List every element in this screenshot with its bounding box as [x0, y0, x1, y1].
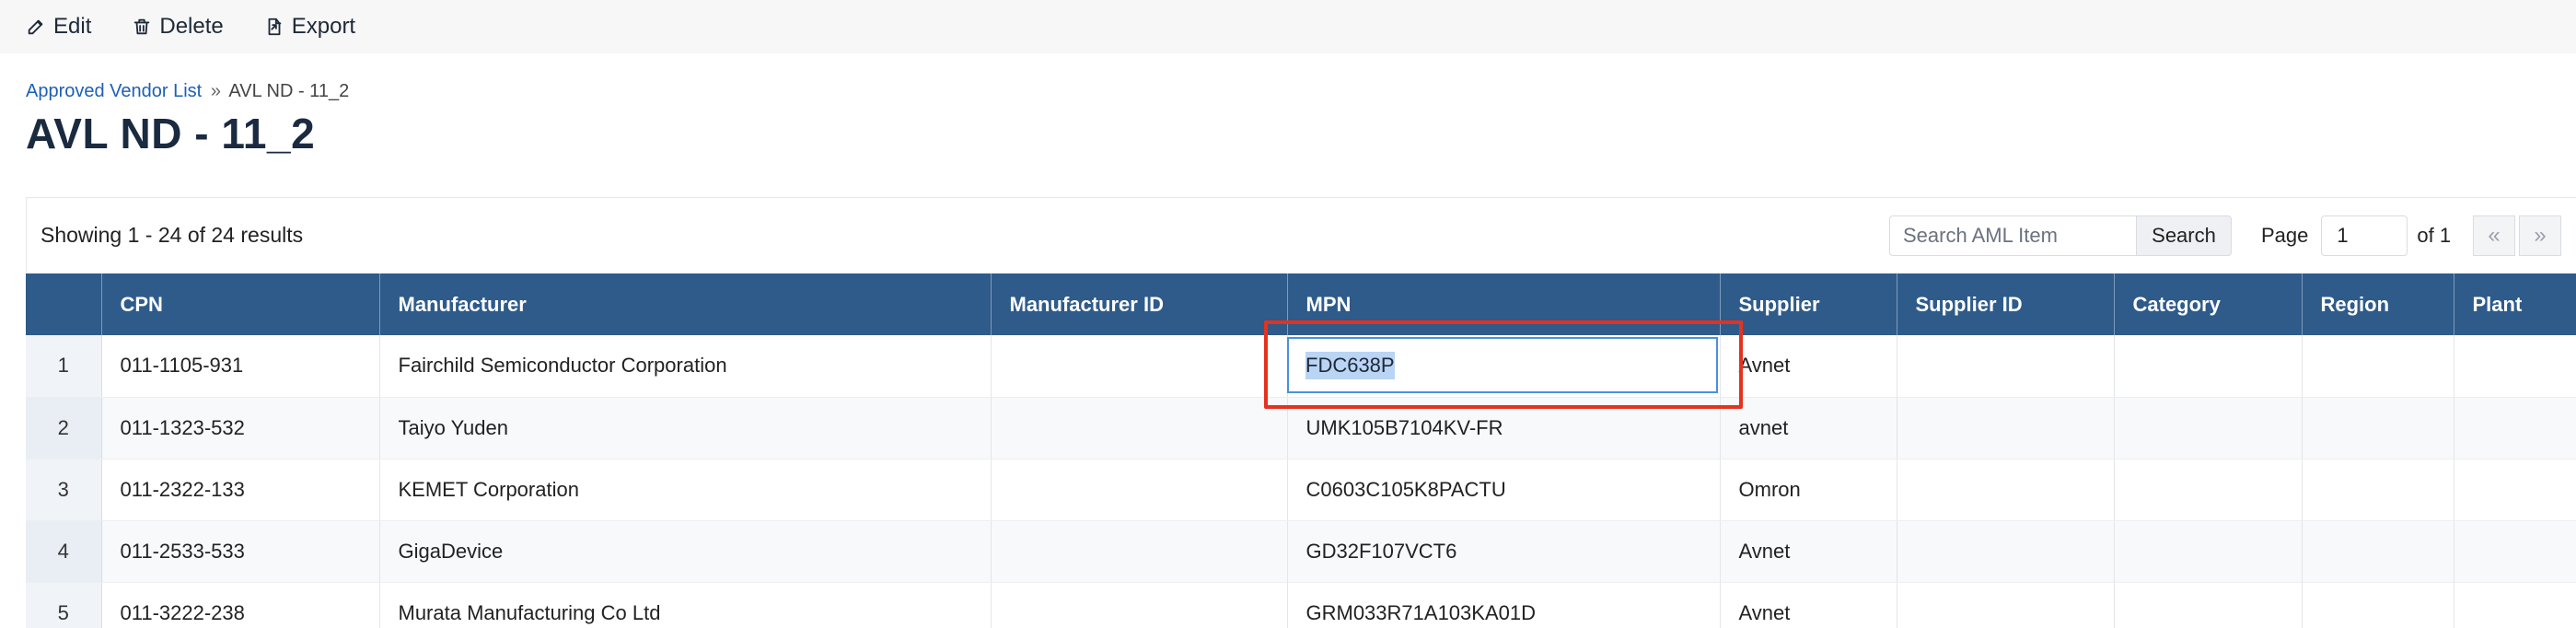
pencil-icon — [28, 19, 43, 35]
column-header-plant[interactable]: Plant — [2454, 273, 2576, 335]
page-of-label: of 1 — [2417, 224, 2452, 247]
table-row[interactable]: 2 011-1323-532 Taiyo Yuden UMK105B7104KV… — [26, 397, 2576, 459]
cell-region[interactable] — [2302, 582, 2454, 628]
edit-label: Edit — [53, 14, 92, 39]
cell-category[interactable] — [2114, 397, 2303, 459]
cell-cpn[interactable]: 011-2322-133 — [101, 459, 380, 521]
page-label: Page — [2261, 224, 2309, 247]
table-row[interactable]: 4 011-2533-533 GigaDevice GD32F107VCT6 A… — [26, 520, 2576, 583]
column-header-supplier[interactable]: Supplier — [1720, 273, 1897, 335]
table-row[interactable]: 3 011-2322-133 KEMET Corporation C0603C1… — [26, 459, 2576, 521]
column-header-manufacturer[interactable]: Manufacturer — [379, 273, 992, 335]
cell-manufacturer[interactable]: Fairchild Semiconductor Corporation — [379, 335, 992, 398]
row-index: 5 — [26, 582, 102, 628]
first-page-button[interactable]: « — [2473, 215, 2515, 256]
column-header-region[interactable]: Region — [2302, 273, 2454, 335]
column-header-supplier-id[interactable]: Supplier ID — [1897, 273, 2115, 335]
cell-mpn[interactable]: UMK105B7104KV-FR — [1287, 397, 1721, 459]
cell-manufacturer-id[interactable] — [991, 335, 1288, 398]
mpn-edit-field[interactable]: FDC638P — [1287, 337, 1718, 393]
cell-plant[interactable] — [2454, 520, 2576, 583]
cell-cpn[interactable]: 011-3222-238 — [101, 582, 380, 628]
page-title: AVL ND - 11_2 — [26, 110, 316, 157]
table-row[interactable]: 5 011-3222-238 Murata Manufacturing Co L… — [26, 582, 2576, 628]
mpn-edit-selected-text: FDC638P — [1305, 352, 1395, 379]
cell-supplier[interactable]: Avnet — [1720, 520, 1897, 583]
toolbar: Edit Delete Export — [0, 0, 2576, 53]
cell-manufacturer-id[interactable] — [991, 520, 1288, 583]
export-label: Export — [291, 14, 356, 39]
cell-cpn[interactable]: 011-1323-532 — [101, 397, 380, 459]
delete-button[interactable]: Delete — [132, 14, 224, 40]
cell-region[interactable] — [2302, 335, 2454, 398]
delete-label: Delete — [159, 14, 224, 39]
search-button[interactable]: Search — [2136, 215, 2232, 256]
cell-manufacturer-id[interactable] — [991, 459, 1288, 521]
column-header-category[interactable]: Category — [2114, 273, 2303, 335]
breadcrumb-parent-link[interactable]: Approved Vendor List — [26, 81, 202, 101]
cell-supplier-id[interactable] — [1897, 520, 2115, 583]
cell-plant[interactable] — [2454, 459, 2576, 521]
cell-category[interactable] — [2114, 582, 2303, 628]
cell-supplier[interactable]: Avnet — [1720, 582, 1897, 628]
cell-region[interactable] — [2302, 459, 2454, 521]
cell-manufacturer[interactable]: GigaDevice — [379, 520, 992, 583]
cell-supplier-id[interactable] — [1897, 582, 2115, 628]
cell-mpn[interactable]: C0603C105K8PACTU — [1287, 459, 1721, 521]
table-header-row: CPN Manufacturer Manufacturer ID MPN Sup… — [26, 273, 2576, 335]
cell-category[interactable] — [2114, 335, 2303, 398]
cell-supplier-id[interactable] — [1897, 459, 2115, 521]
row-index: 1 — [26, 335, 102, 398]
cell-manufacturer-id[interactable] — [991, 397, 1288, 459]
breadcrumb: Approved Vendor List » AVL ND - 11_2 — [26, 81, 349, 102]
page-number-input[interactable] — [2321, 215, 2408, 256]
export-icon — [268, 17, 282, 36]
column-header-index — [26, 273, 102, 335]
aml-table: CPN Manufacturer Manufacturer ID MPN Sup… — [26, 273, 2576, 628]
cell-supplier[interactable]: Omron — [1720, 459, 1897, 521]
cell-supplier[interactable]: Avnet — [1720, 335, 1897, 398]
cell-manufacturer[interactable]: KEMET Corporation — [379, 459, 992, 521]
cell-supplier-id[interactable] — [1897, 335, 2115, 398]
cell-plant[interactable] — [2454, 582, 2576, 628]
search-group: Search — [1889, 215, 2232, 256]
row-index: 2 — [26, 397, 102, 459]
breadcrumb-current: AVL ND - 11_2 — [228, 81, 350, 101]
cell-cpn[interactable]: 011-1105-931 — [101, 335, 380, 398]
row-index: 4 — [26, 520, 102, 583]
edit-button[interactable]: Edit — [26, 14, 91, 40]
trash-icon — [134, 18, 150, 35]
cell-region[interactable] — [2302, 520, 2454, 583]
search-input[interactable] — [1889, 215, 2136, 256]
row-index: 3 — [26, 459, 102, 521]
breadcrumb-separator: » — [210, 81, 221, 101]
cell-cpn[interactable]: 011-2533-533 — [101, 520, 380, 583]
cell-category[interactable] — [2114, 520, 2303, 583]
cell-mpn[interactable]: GD32F107VCT6 — [1287, 520, 1721, 583]
cell-supplier[interactable]: avnet — [1720, 397, 1897, 459]
cell-mpn[interactable]: GRM033R71A103KA01D — [1287, 582, 1721, 628]
cell-plant[interactable] — [2454, 335, 2576, 398]
column-header-cpn[interactable]: CPN — [101, 273, 380, 335]
cell-region[interactable] — [2302, 397, 2454, 459]
results-summary: Showing 1 - 24 of 24 results — [41, 223, 304, 247]
pagination: Page of 1 — [2261, 215, 2451, 256]
cell-category[interactable] — [2114, 459, 2303, 521]
cell-supplier-id[interactable] — [1897, 397, 2115, 459]
next-page-button[interactable]: » — [2519, 215, 2561, 256]
cell-plant[interactable] — [2454, 397, 2576, 459]
column-header-mpn[interactable]: MPN — [1287, 273, 1721, 335]
export-button[interactable]: Export — [264, 14, 355, 40]
column-header-manufacturer-id[interactable]: Manufacturer ID — [991, 273, 1288, 335]
cell-manufacturer[interactable]: Murata Manufacturing Co Ltd — [379, 582, 992, 628]
cell-manufacturer[interactable]: Taiyo Yuden — [379, 397, 992, 459]
cell-manufacturer-id[interactable] — [991, 582, 1288, 628]
